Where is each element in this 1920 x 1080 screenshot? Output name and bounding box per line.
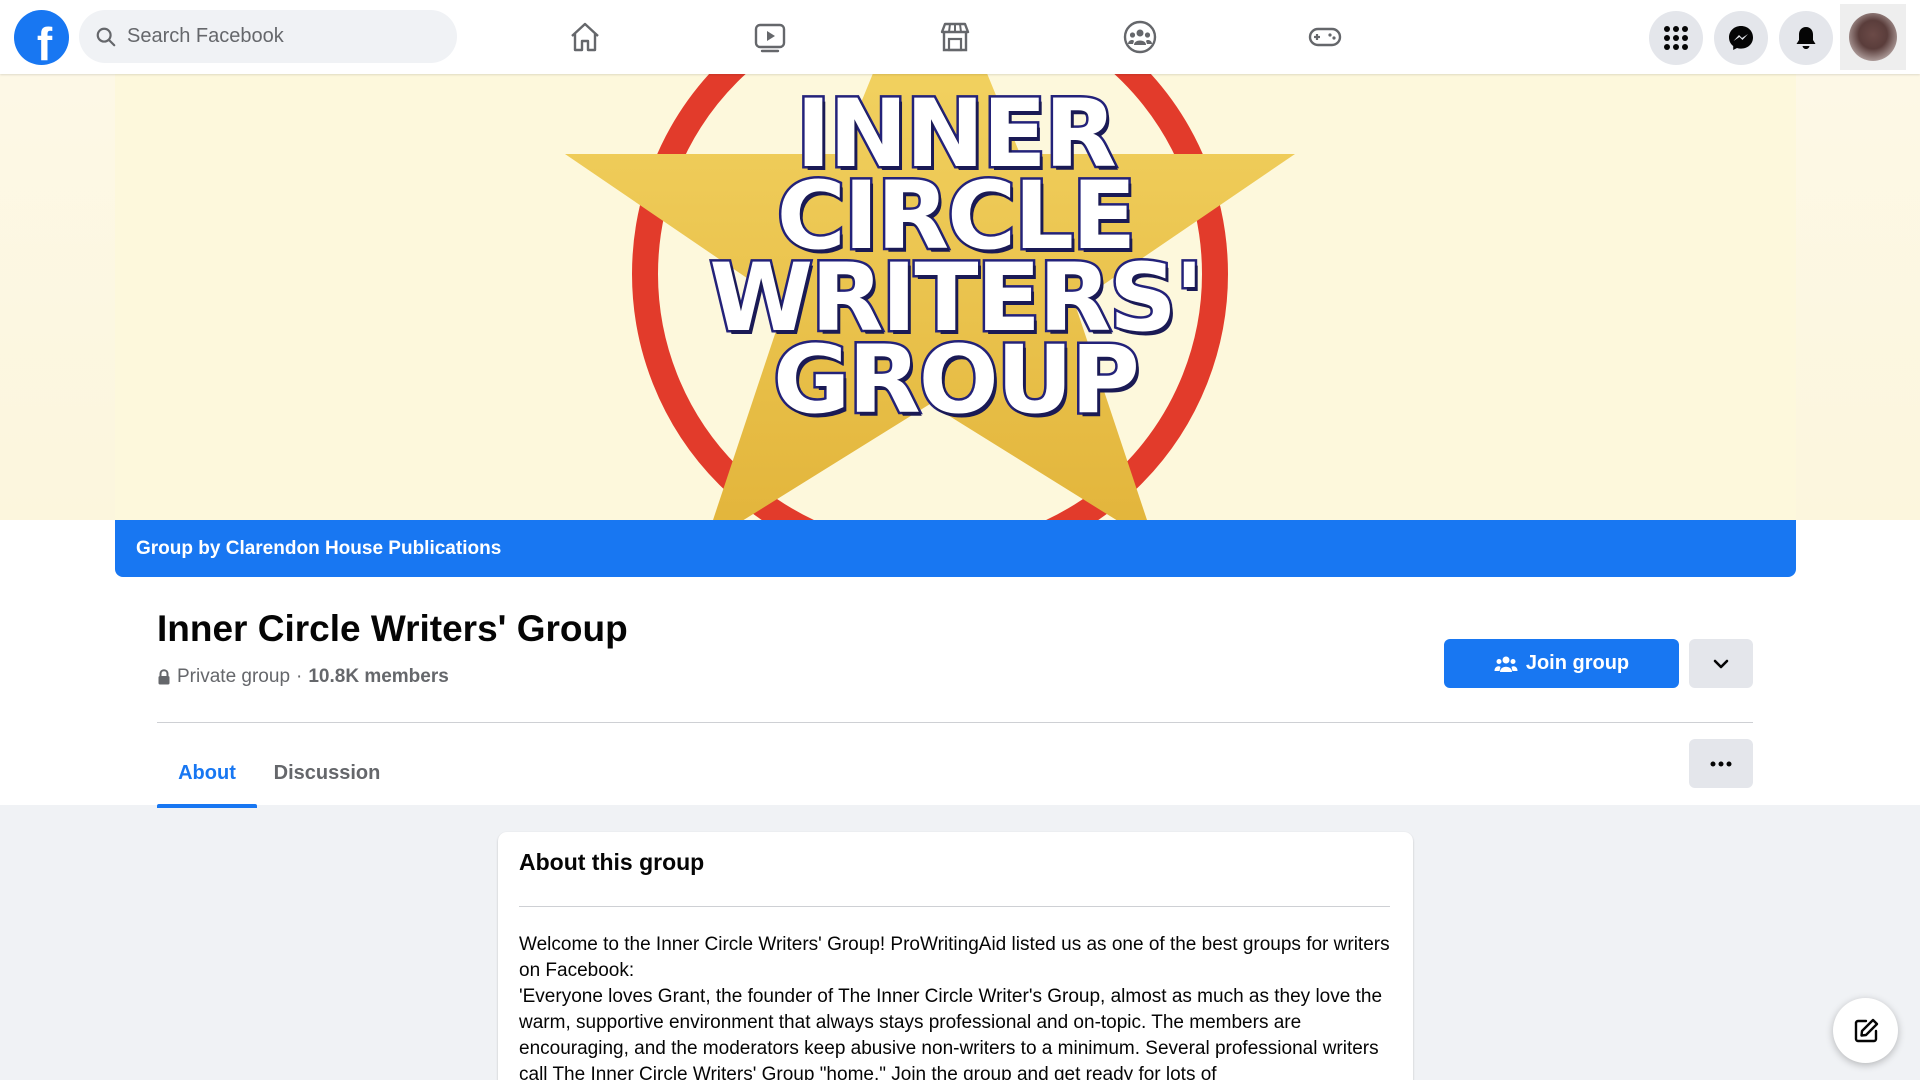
marketplace-icon bbox=[940, 22, 970, 52]
lock-icon bbox=[158, 669, 170, 685]
notifications-button[interactable] bbox=[1779, 11, 1833, 65]
messenger-icon bbox=[1729, 26, 1753, 50]
compose-icon bbox=[1854, 1018, 1878, 1042]
messenger-button[interactable] bbox=[1714, 11, 1768, 65]
avatar-image bbox=[1849, 13, 1897, 61]
new-message-button[interactable] bbox=[1833, 998, 1898, 1063]
search-icon bbox=[96, 27, 116, 46]
nav-gaming[interactable] bbox=[1302, 14, 1348, 60]
menu-button[interactable] bbox=[1649, 11, 1703, 65]
menu-grid-icon bbox=[1664, 26, 1688, 50]
chevron-down-icon bbox=[1713, 659, 1729, 668]
cover-photo[interactable]: INNER CIRCLE WRITERS' GROUP bbox=[115, 74, 1796, 520]
nav-groups[interactable] bbox=[1117, 14, 1163, 60]
profile-avatar[interactable] bbox=[1840, 4, 1906, 70]
notifications-icon bbox=[1796, 27, 1816, 49]
join-group-button[interactable]: Join group bbox=[1444, 639, 1679, 688]
facebook-logo[interactable]: f bbox=[14, 10, 69, 65]
nav-watch[interactable] bbox=[747, 14, 793, 60]
tab-discussion[interactable]: Discussion bbox=[270, 738, 384, 808]
more-options-dropdown[interactable] bbox=[1689, 639, 1753, 688]
search-box[interactable] bbox=[79, 10, 457, 63]
privacy-label[interactable]: Private group bbox=[177, 666, 290, 688]
header-divider bbox=[157, 722, 1753, 723]
group-name: Inner Circle Writers' Group bbox=[157, 608, 628, 649]
group-header: INNER CIRCLE WRITERS' GROUP Group by Cla… bbox=[0, 74, 1920, 808]
nav-home[interactable] bbox=[562, 14, 608, 60]
watch-icon bbox=[754, 23, 786, 53]
gaming-icon bbox=[1308, 27, 1342, 47]
cover-title: INNER CIRCLE WRITERS' GROUP bbox=[707, 80, 1206, 435]
meta-separator: · bbox=[296, 666, 303, 687]
home-icon bbox=[571, 22, 599, 52]
about-title: About this group bbox=[519, 849, 705, 875]
about-text-intro: Welcome to the Inner Circle Writers' Gro… bbox=[519, 934, 1390, 981]
members-count[interactable]: 10.8K members bbox=[308, 666, 448, 688]
group-by-banner[interactable]: Group by Clarendon House Publications bbox=[115, 520, 1796, 577]
about-card: About this group Welcome to the Inner Ci… bbox=[498, 832, 1413, 1080]
nav-marketplace[interactable] bbox=[932, 14, 978, 60]
top-navigation-bar: f bbox=[0, 0, 1920, 74]
more-horizontal-icon bbox=[1710, 761, 1732, 766]
about-text-quote: 'Everyone loves Grant, the founder of Th… bbox=[519, 986, 1383, 1080]
more-actions-button[interactable] bbox=[1689, 739, 1753, 788]
about-divider bbox=[519, 906, 1390, 907]
groups-icon bbox=[1123, 20, 1157, 54]
group-meta: Private group · 10.8K members bbox=[157, 666, 449, 688]
search-input[interactable] bbox=[127, 25, 427, 48]
people-icon bbox=[1494, 656, 1518, 672]
about-description: Welcome to the Inner Circle Writers' Gro… bbox=[519, 932, 1399, 1080]
join-group-label: Join group bbox=[1525, 652, 1630, 674]
tab-about[interactable]: About bbox=[157, 738, 257, 808]
